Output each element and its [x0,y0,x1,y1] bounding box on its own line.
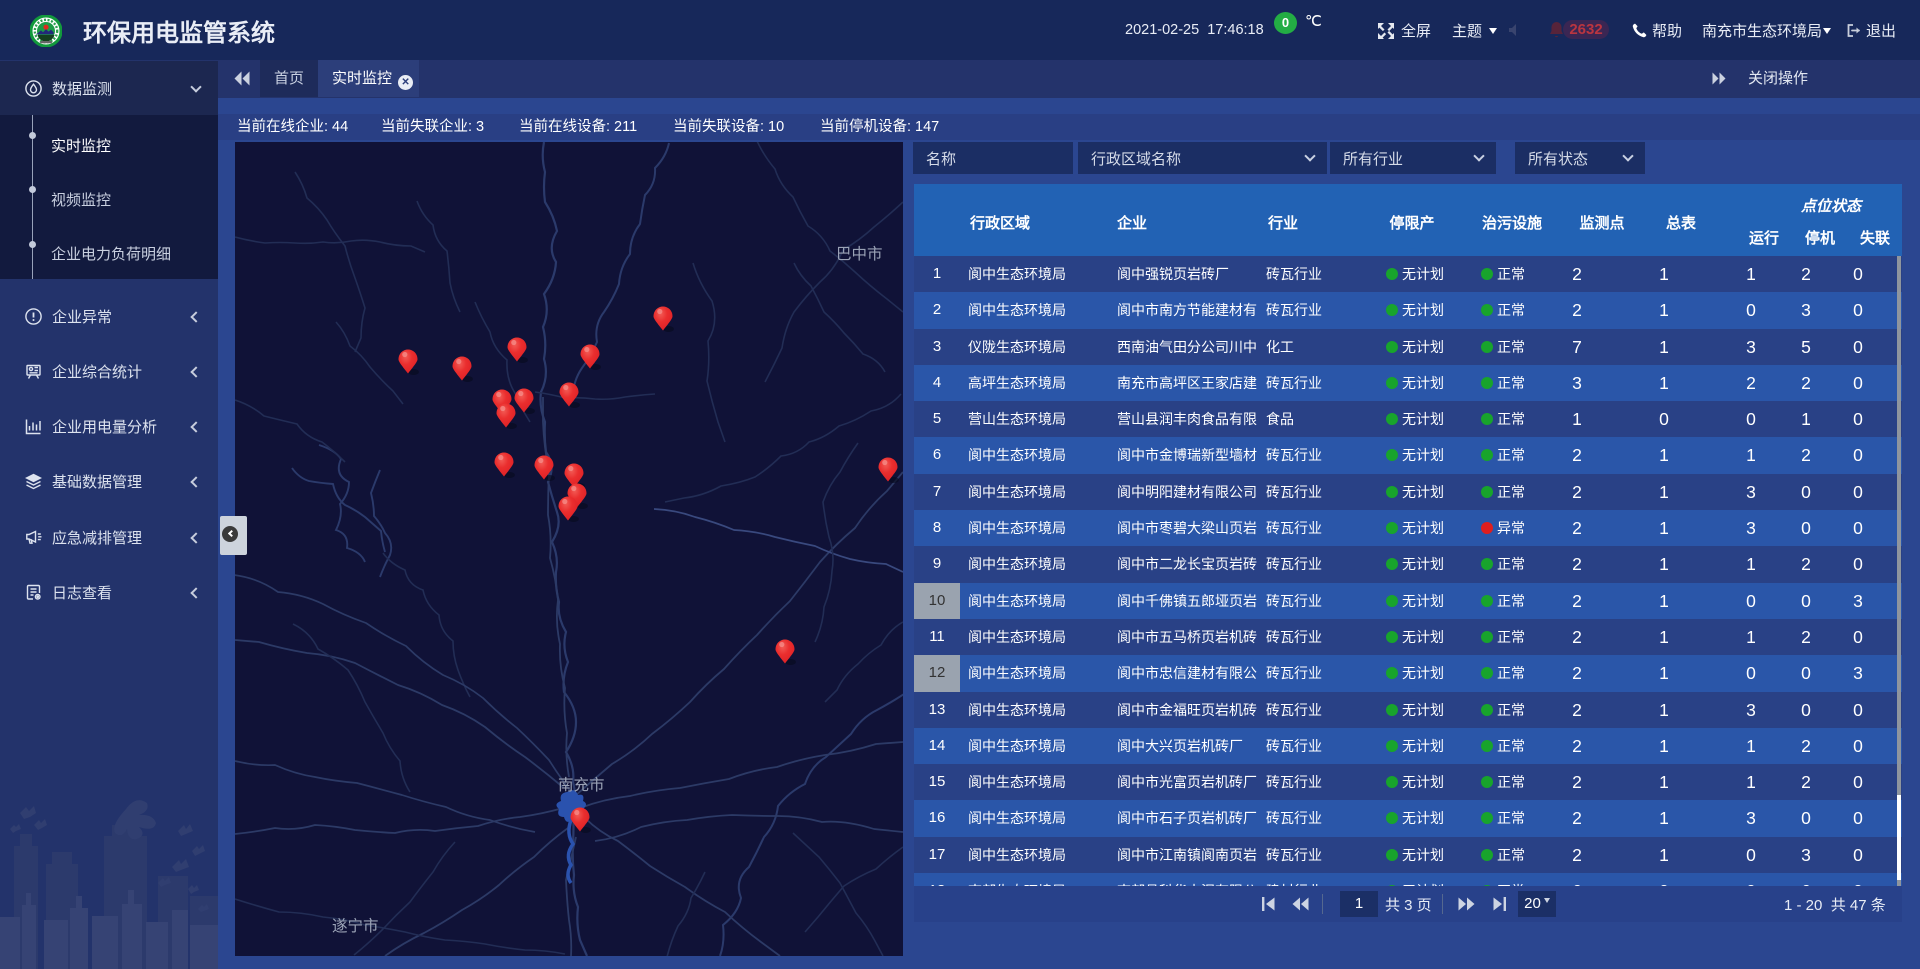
svg-text:遂宁市: 遂宁市 [332,917,379,935]
svg-text:南充市: 南充市 [558,776,605,794]
svg-text:巴中市: 巴中市 [836,245,883,263]
